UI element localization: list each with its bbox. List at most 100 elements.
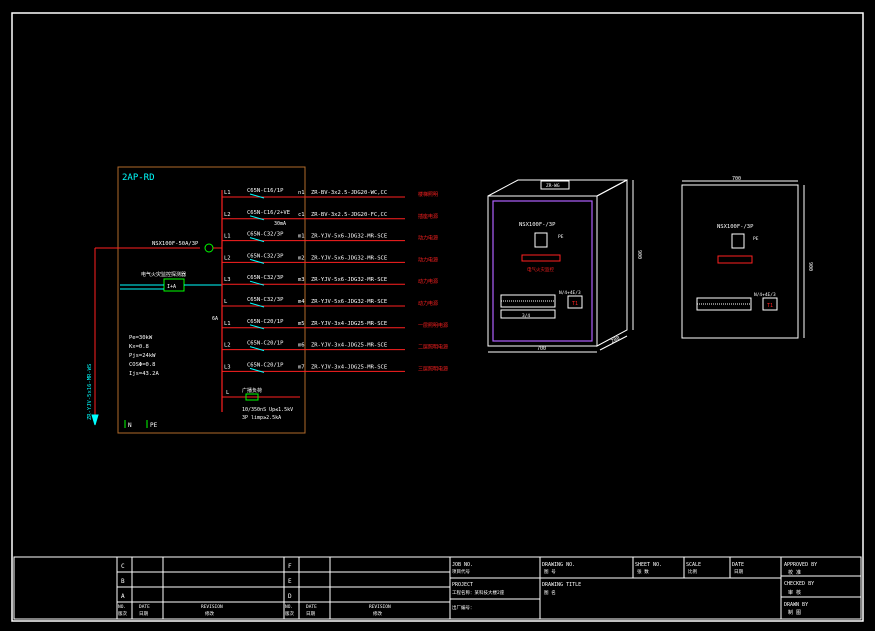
canvas-background xyxy=(0,0,875,631)
sheet-no-cn: 张 数 xyxy=(637,568,649,575)
circuit-phase: L3 xyxy=(224,277,231,283)
circuit-desc: 动力电源 xyxy=(418,278,438,285)
cabinet-rail-code: T1 xyxy=(572,301,578,307)
main-breaker-label: NSX100F-50A/3P xyxy=(152,241,199,247)
circuit-breaker: C65N-C32/3P xyxy=(247,232,284,238)
circuit-desc: 动力电源 xyxy=(418,235,438,242)
rev-row-d: D xyxy=(288,593,292,600)
project-cn: 工程名称：某科技大楼2座 xyxy=(452,589,505,596)
circuit-desc: 楼梯照明 xyxy=(418,191,438,198)
circuit-no: m7 xyxy=(298,364,305,370)
rev-row-b: B xyxy=(121,578,125,585)
spd-spec-2: 3P limp≥2.5kA xyxy=(242,415,281,421)
drawn-en: DRAWN BY xyxy=(784,602,808,608)
hdr-no-cn-2: 版次 xyxy=(285,610,294,617)
owner-cn: 出厂编号： xyxy=(452,604,475,611)
hdr-rev-cn-2: 修改 xyxy=(373,610,382,617)
circuit-phase: L2 xyxy=(224,212,231,218)
front-rail-label: N/4+4E/3 xyxy=(754,292,776,298)
circuit-no: m4 xyxy=(298,299,305,305)
cabinet-dim-width: 700 xyxy=(537,346,546,352)
approved-en: APPROVED BY xyxy=(784,562,817,568)
rev-row-c: C xyxy=(121,563,125,570)
circuit-phase: L2 xyxy=(224,255,231,261)
circuit-breaker: C65N-C16/2+VE xyxy=(247,210,290,216)
circuit-extra: 30mA xyxy=(274,221,286,227)
circuit-breaker: C65N-C20/1P xyxy=(247,319,284,325)
circuit-desc: 动力电源 xyxy=(418,300,438,307)
checked-en: CHECKED BY xyxy=(784,581,814,587)
cabinet-warning: 电气火灾监控 xyxy=(527,266,554,273)
load-ijs: Ijs=43.2A xyxy=(129,371,159,377)
scale-en: SCALE xyxy=(686,562,701,568)
circuit-cable: ZR-YJV-3x4-JDG25-MR-SCE xyxy=(311,364,387,370)
circuit-breaker: C65N-C16/1P xyxy=(247,188,284,194)
project-en: PROJECT xyxy=(452,582,473,588)
footer-pe: PE xyxy=(150,422,158,429)
circuit-cable: ZR-BV-3x2.5-JDG20-WC,CC xyxy=(311,190,387,196)
front-breaker: NSX100F-/3P xyxy=(717,224,754,230)
footer-n: N xyxy=(128,422,132,429)
front-spd: PE xyxy=(753,236,759,242)
approved-cn: 校 准 xyxy=(788,569,801,576)
meter-label: 电气火灾监控探测器 xyxy=(141,271,186,278)
hdr-rev-en: REVISION xyxy=(201,604,223,610)
circuit-cable: ZR-YJV-5x6-JDG32-MR-SCE xyxy=(311,299,387,305)
circuit-no: m5 xyxy=(298,321,305,327)
load-pe: Pe=30kW xyxy=(129,335,153,341)
cad-drawing: 2AP-RD ZR-YJV-5x16-MR-WS NSX100F-50A/3P … xyxy=(0,0,875,631)
circuit-no: m6 xyxy=(298,343,305,349)
rev-row-e: E xyxy=(288,578,292,585)
circuit-no: m2 xyxy=(298,255,305,261)
load-pjs: Pjs=24kW xyxy=(129,353,156,359)
job-no-cn: 项目代号 xyxy=(452,568,470,575)
circuit-cable: ZR-YJV-5x6-JDG32-MR-SCE xyxy=(311,255,387,261)
circuit-no: m1 xyxy=(298,234,305,240)
date2-en: DATE xyxy=(732,562,744,568)
front-rail-code: T1 xyxy=(767,303,773,309)
circuit-desc: 一层照明电源 xyxy=(418,322,448,329)
circuit-breaker: C65N-C32/3P xyxy=(247,297,284,303)
circuit-cable: ZR-YJV-3x4-JDG25-MR-SCE xyxy=(311,321,387,327)
drawn-cn: 制 图 xyxy=(788,609,801,616)
load-cos: COSΦ=0.8 xyxy=(129,362,156,368)
ct-label: 6A xyxy=(212,316,218,322)
circuit-cable: ZR-YJV-5x6-JDG32-MR-SCE xyxy=(311,277,387,283)
hdr-date-cn: 日期 xyxy=(139,611,148,617)
drawing-title-en: DRAWING TITLE xyxy=(542,582,581,588)
circuit-phase: L1 xyxy=(224,190,231,196)
hdr-rev-en-2: REVISION xyxy=(369,604,391,610)
hdr-no-cn: 版次 xyxy=(118,610,127,617)
hdr-no-en: NO. xyxy=(118,604,126,610)
cabinet-spd: PE xyxy=(558,234,564,240)
hdr-no-en-2: NO. xyxy=(285,604,293,610)
hdr-date-en: DATE xyxy=(139,604,150,610)
circuit-phase: L1 xyxy=(224,234,231,240)
load-kx: Kx=0.8 xyxy=(129,344,149,350)
circuit-phase: L1 xyxy=(224,321,231,327)
hdr-date-en-2: DATE xyxy=(306,604,317,610)
circuit-cable: ZR-YJV-3x4-JDG25-MR-SCE xyxy=(311,343,387,349)
drawing-no-en: DRAWING NO. xyxy=(542,562,575,568)
scale-cn: 比例 xyxy=(688,568,697,575)
job-no-en: JOB NO. xyxy=(452,562,473,568)
circuit-desc: 插座电源 xyxy=(418,213,438,220)
circuit-cable: ZR-YJV-5x6-JDG32-MR-SCE xyxy=(311,234,387,240)
panel-name: 2AP-RD xyxy=(122,173,155,183)
circuit-no: c1 xyxy=(298,212,305,218)
circuit-breaker: C65N-C20/1P xyxy=(247,341,284,347)
date2-cn: 日期 xyxy=(734,569,743,575)
cabinet-rail-label: N/4+4E/3 xyxy=(559,290,581,296)
cabinet-dim-height: 900 xyxy=(636,250,642,259)
rev-row-f: F xyxy=(288,563,292,570)
meter-box-label: I+A xyxy=(167,284,176,290)
circuit-cable: ZR-BV-3x2.5-JDG20-FC,CC xyxy=(311,212,387,218)
cabinet-breaker: NSX100F-/3P xyxy=(519,222,556,228)
cabinet-top-label: ZR-WG xyxy=(546,183,560,189)
sheet-no-en: SHEET NO. xyxy=(635,562,662,568)
feeder-vertical-label: ZR-YJV-5x16-MR-WS xyxy=(87,364,93,420)
spd-spec-1: 10/350nS Up≤1.5kV xyxy=(242,407,293,413)
hdr-date-cn-2: 日期 xyxy=(306,611,315,617)
drawing-title-cn: 图 名 xyxy=(544,589,556,596)
cabinet-row-label: 3/4 xyxy=(522,313,530,319)
